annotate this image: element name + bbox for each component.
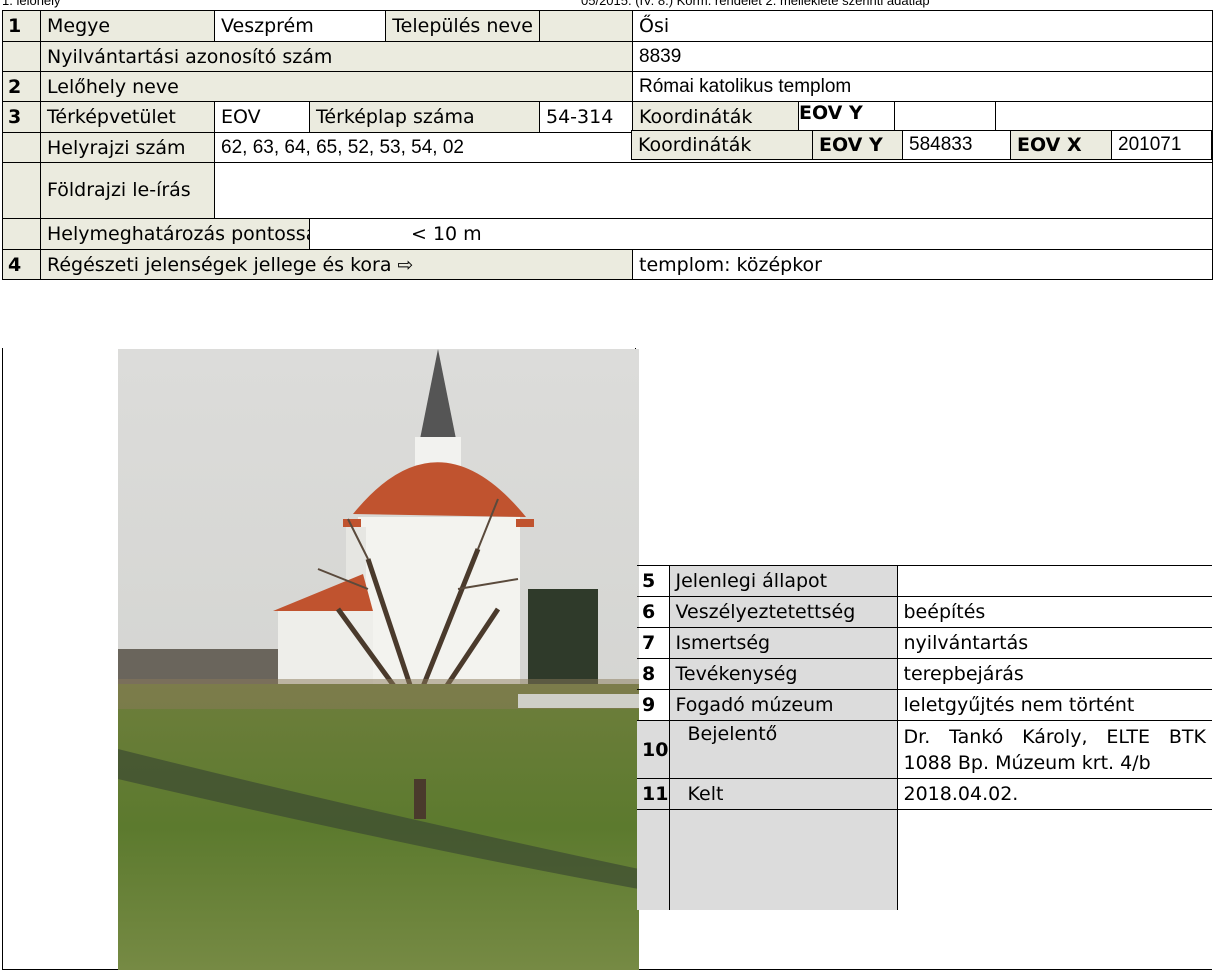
detail-row-empty: [637, 809, 1212, 910]
detail-num: 10: [637, 720, 670, 779]
eovy-value: [894, 101, 996, 133]
row-number: 4: [2, 249, 41, 280]
pontossag-value: < 10 m: [308, 218, 1214, 250]
terkeplap-label: Térképlap száma: [310, 102, 539, 132]
header-right: 05/2015. (IV. 8.) Korm. rendelet 2. mell…: [581, 0, 930, 8]
detail-label: Bejelentő: [668, 720, 898, 779]
nyilvantartasi-label: Nyilvántartási azonosító szám: [40, 41, 633, 72]
detail-label: Fogadó múzeum: [668, 689, 898, 721]
row-4: 4 Régészeti jelenségek jellege és kora ⇨…: [2, 249, 1214, 280]
detail-label: Jelenlegi állapot: [668, 565, 898, 597]
telepules-value: Ősi: [631, 10, 1214, 42]
detail-value: 2018.04.02.: [896, 778, 1212, 810]
megye-value-text: Veszprém: [216, 11, 387, 41]
pontossag-value-text: < 10 m: [411, 223, 482, 245]
header-left: 1. lelőhely: [2, 0, 61, 8]
megye-value: Veszprém Település neve: [214, 10, 540, 42]
lelohely-label: Lelőhely neve: [40, 71, 633, 102]
detail-value: [896, 565, 1212, 597]
detail-num: 6: [637, 596, 670, 628]
terkeplap-value: 54-314: [539, 101, 633, 133]
eovx-value-ov: 201071: [1112, 131, 1212, 159]
detail-row: 10 Bejelentő Dr. Tankó Károly, ELTE BTK …: [637, 720, 1212, 779]
row-3d: Helymeghatározás pontossága < 10 m: [2, 218, 1214, 250]
detail-value: leletgyűjtés nem történt: [896, 689, 1212, 721]
row-1b: Nyilvántartási azonosító szám 8839: [2, 41, 1214, 72]
detail-num: 11: [637, 778, 670, 810]
detail-value: beépítés: [896, 596, 1212, 628]
detail-num: 5: [637, 565, 670, 597]
terkepvetulet-cell: EOV Térképlap száma: [214, 101, 540, 133]
detail-num: 8: [637, 658, 670, 690]
page-header: 1. lelőhely 05/2015. (IV. 8.) Korm. rend…: [2, 0, 1212, 9]
terkepvetulet-label: Térképvetület: [40, 101, 215, 133]
detail-row: 5 Jelenlegi állapot: [637, 565, 1212, 597]
row-number: 1: [2, 10, 41, 42]
foldrajzi-label: Földrajzi le-írás: [40, 162, 215, 219]
row-number-empty: [2, 162, 41, 219]
lelohely-value: Római katolikus templom: [631, 71, 1214, 102]
detail-num-empty: [637, 809, 670, 910]
pontossag-label-text: Helymeghatározás pontossága: [42, 220, 309, 249]
eovx-cell: [994, 101, 1214, 133]
eovy-label: EOV Y: [798, 101, 895, 133]
row-number-empty: [2, 132, 41, 163]
koordinatak-label-ov: Koordináták: [631, 131, 813, 159]
detail-num: 9: [637, 689, 670, 721]
telepules-label-cont: [539, 10, 633, 42]
row-3: 3 Térképvetület EOV Térképlap száma 54-3…: [2, 101, 1214, 133]
church-photo-svg: [118, 349, 639, 970]
row-number-empty: [2, 218, 41, 250]
detail-label: Veszélyeztetettség: [668, 596, 898, 628]
row-1: 1 Megye Veszprém Település neve Ősi: [2, 10, 1214, 42]
detail-row: 8 Tevékenység terepbejárás: [637, 658, 1212, 690]
foldrajzi-value: [213, 162, 1214, 219]
detail-value: terepbejárás: [896, 658, 1212, 690]
koordinatak-label: Koordináták: [632, 101, 799, 133]
detail-row: 9 Fogadó múzeum leletgyűjtés nem történt: [637, 689, 1212, 721]
row-number: 2: [2, 71, 41, 102]
detail-label-empty: [668, 809, 898, 910]
coordinates-overlay: Koordináták EOV Y 584833 EOV X 201071: [631, 130, 1212, 160]
details-table: 5 Jelenlegi állapot 6 Veszélyeztetettség…: [637, 565, 1212, 910]
detail-row: 6 Veszélyeztetettség beépítés: [637, 596, 1212, 628]
detail-row: 7 Ismertség nyilvántartás: [637, 627, 1212, 659]
detail-label: Kelt: [668, 778, 898, 810]
detail-label: Tevékenység: [668, 658, 898, 690]
eovy-value-ov: 584833: [903, 131, 1011, 159]
helyrajzi-label: Helyrajzi szám: [40, 132, 215, 163]
row-number: 3: [2, 101, 41, 133]
eovy-label-ov: EOV Y: [813, 131, 903, 159]
row-number-empty: [2, 41, 41, 72]
church-photo: [118, 349, 639, 970]
detail-num: 7: [637, 627, 670, 659]
terkepvetulet-value: EOV: [216, 102, 310, 132]
jelensegek-label: Régészeti jelenségek jellege és kora ⇨: [40, 249, 633, 280]
row-3c: Földrajzi le-írás: [2, 162, 1214, 219]
nyilvantartasi-value: 8839: [631, 41, 1214, 72]
megye-label: Megye: [40, 10, 215, 42]
jelensegek-value: templom: középkor: [631, 249, 1214, 280]
foldrajzi-label-text: Földrajzi le-írás: [47, 179, 191, 201]
pontossag-label: Helymeghatározás pontossága: [40, 218, 310, 250]
eovx-label-ov: EOV X: [1011, 131, 1112, 159]
detail-value: nyilvántartás: [896, 627, 1212, 659]
detail-row: 11 Kelt 2018.04.02.: [637, 778, 1212, 810]
detail-label: Ismertség: [668, 627, 898, 659]
row-2: 2 Lelőhely neve Római katolikus templom: [2, 71, 1214, 102]
telepules-label: Település neve: [386, 11, 539, 41]
detail-value: Dr. Tankó Károly, ELTE BTK 1088 Bp. Múze…: [896, 720, 1212, 779]
detail-value-empty: [896, 809, 1212, 910]
